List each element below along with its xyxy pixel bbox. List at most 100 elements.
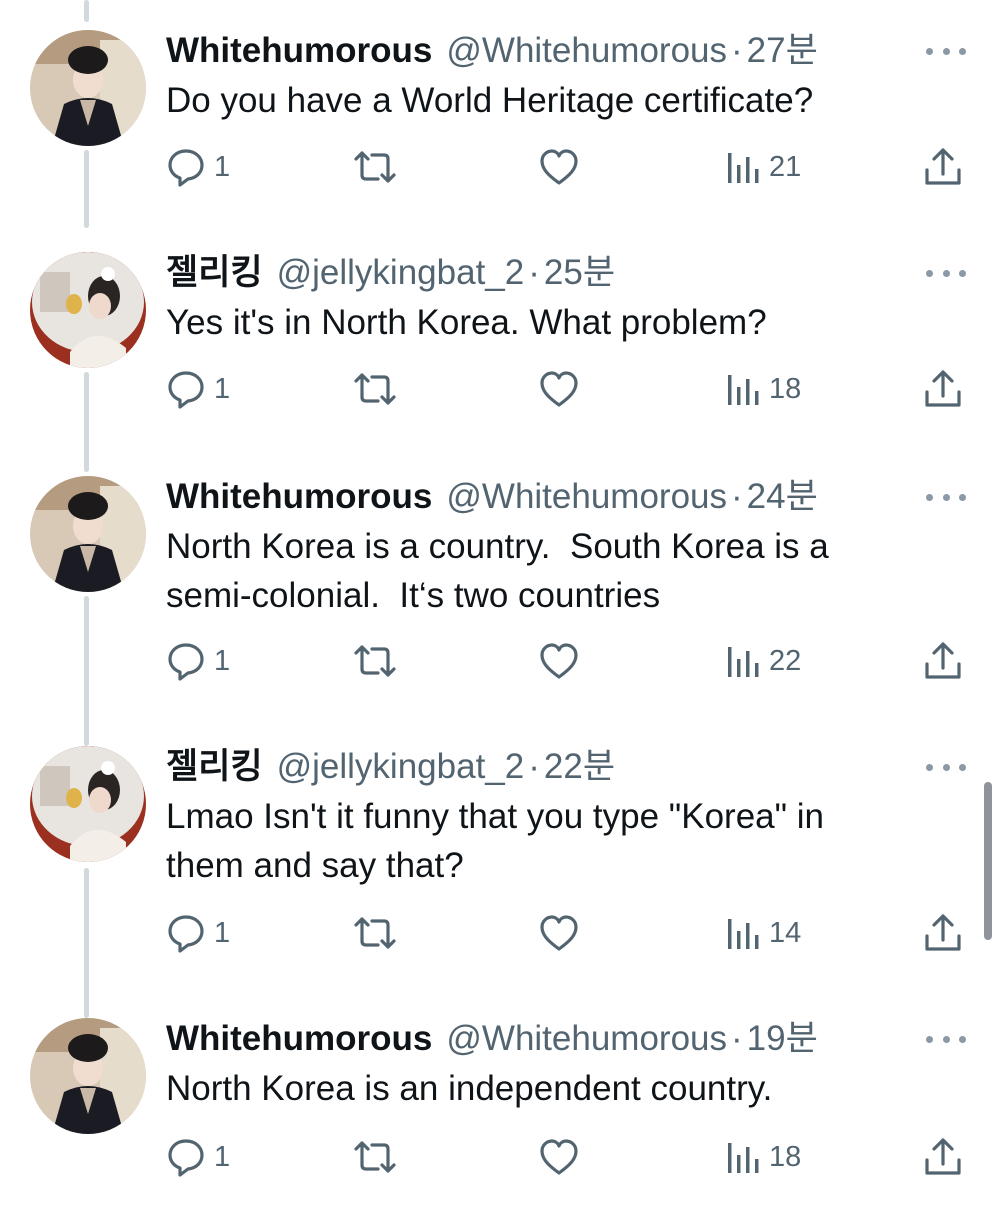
share-button[interactable] bbox=[922, 636, 964, 686]
heart-icon bbox=[540, 915, 578, 951]
more-dots-icon[interactable] bbox=[926, 1032, 966, 1046]
view-count: 22 bbox=[769, 644, 802, 677]
tweet-text: Do you have a World Heritage certificate… bbox=[166, 81, 814, 120]
like-button[interactable] bbox=[538, 1132, 580, 1182]
views-button[interactable]: 18 bbox=[725, 364, 801, 414]
action-bar: 1 21 bbox=[0, 142, 998, 192]
reply-button[interactable]: 1 bbox=[166, 1132, 230, 1182]
user-handle[interactable]: @jellykingbat_2 bbox=[277, 740, 525, 794]
display-name[interactable]: Whitehumorous bbox=[166, 24, 432, 78]
action-bar: 1 18 bbox=[0, 1132, 998, 1182]
analytics-bars-icon bbox=[728, 375, 759, 405]
retweet-icon bbox=[354, 645, 396, 677]
views-button[interactable]: 18 bbox=[725, 1132, 801, 1182]
retweet-button[interactable] bbox=[352, 908, 398, 958]
timestamp[interactable]: 24분 bbox=[747, 470, 818, 524]
reply-bubble-icon bbox=[168, 149, 204, 187]
retweet-icon bbox=[354, 1141, 396, 1173]
share-button[interactable] bbox=[922, 364, 964, 414]
reply-button[interactable]: 1 bbox=[166, 364, 230, 414]
view-count: 18 bbox=[769, 372, 802, 405]
reply-button[interactable]: 1 bbox=[166, 636, 230, 686]
heart-icon bbox=[540, 149, 578, 185]
analytics-bars-icon bbox=[728, 1143, 759, 1173]
reply-button[interactable]: 1 bbox=[166, 908, 230, 958]
heart-icon bbox=[540, 1139, 578, 1175]
more-dots-icon[interactable] bbox=[926, 490, 966, 504]
avatar[interactable] bbox=[30, 746, 146, 862]
separator-dot: · bbox=[731, 1019, 743, 1058]
tweet[interactable]: Whitehumorous @Whitehumorous · 27분 Do yo… bbox=[0, 30, 998, 230]
timestamp[interactable]: 27분 bbox=[747, 24, 818, 78]
separator-dot: · bbox=[528, 253, 540, 292]
separator-dot: · bbox=[731, 477, 743, 516]
reply-button[interactable]: 1 bbox=[166, 142, 230, 192]
views-button[interactable]: 14 bbox=[725, 908, 801, 958]
heart-icon bbox=[540, 371, 578, 407]
tweet-text: Lmao Isn't it funny that you type "Korea… bbox=[166, 797, 825, 885]
like-button[interactable] bbox=[538, 908, 580, 958]
tweet-text: North Korea is an independent country. bbox=[166, 1069, 773, 1108]
view-count: 18 bbox=[769, 1140, 802, 1173]
reply-bubble-icon bbox=[168, 643, 204, 681]
like-button[interactable] bbox=[538, 364, 580, 414]
display-name[interactable]: 젤리킹 bbox=[166, 740, 263, 794]
display-name[interactable]: 젤리킹 bbox=[166, 246, 263, 300]
tweet[interactable]: Whitehumorous @Whitehumorous · 24분 North… bbox=[0, 476, 998, 681]
view-count: 14 bbox=[769, 916, 802, 949]
share-upload-icon bbox=[925, 914, 961, 951]
share-upload-icon bbox=[925, 642, 961, 679]
more-dots-icon[interactable] bbox=[926, 760, 966, 774]
like-button[interactable] bbox=[538, 636, 580, 686]
tweet[interactable]: 젤리킹 @jellykingbat_2 · 25분 Yes it's in No… bbox=[0, 252, 998, 452]
share-button[interactable] bbox=[922, 1132, 964, 1182]
views-button[interactable]: 22 bbox=[725, 636, 801, 686]
timestamp[interactable]: 25분 bbox=[544, 246, 615, 300]
tweet-text: North Korea is a country. South Korea is… bbox=[166, 527, 829, 615]
analytics-bars-icon bbox=[728, 647, 759, 677]
reply-count: 1 bbox=[214, 1140, 231, 1173]
user-handle[interactable]: @Whitehumorous bbox=[446, 470, 727, 524]
tweet[interactable]: Whitehumorous @Whitehumorous · 19분 North… bbox=[0, 1018, 998, 1218]
analytics-bars-icon bbox=[728, 153, 759, 183]
tweet[interactable]: 젤리킹 @jellykingbat_2 · 22분 Lmao Isn't it … bbox=[0, 746, 998, 953]
retweet-button[interactable] bbox=[352, 142, 398, 192]
views-button[interactable]: 21 bbox=[725, 142, 801, 192]
display-name[interactable]: Whitehumorous bbox=[166, 1012, 432, 1066]
retweet-button[interactable] bbox=[352, 1132, 398, 1182]
view-count: 21 bbox=[769, 150, 802, 183]
user-handle[interactable]: @Whitehumorous bbox=[446, 1012, 727, 1066]
avatar[interactable] bbox=[30, 476, 146, 592]
retweet-icon bbox=[354, 373, 396, 405]
avatar[interactable] bbox=[30, 252, 146, 368]
reply-bubble-icon bbox=[168, 915, 204, 953]
timestamp[interactable]: 19분 bbox=[747, 1012, 818, 1066]
reply-count: 1 bbox=[214, 150, 231, 183]
scrollbar[interactable] bbox=[984, 782, 992, 940]
user-handle[interactable]: @jellykingbat_2 bbox=[277, 246, 525, 300]
user-handle[interactable]: @Whitehumorous bbox=[446, 24, 727, 78]
more-dots-icon[interactable] bbox=[926, 44, 966, 58]
reply-bubble-icon bbox=[168, 371, 204, 409]
reply-count: 1 bbox=[214, 644, 231, 677]
share-button[interactable] bbox=[922, 908, 964, 958]
share-upload-icon bbox=[925, 1138, 961, 1175]
retweet-icon bbox=[354, 151, 396, 183]
heart-icon bbox=[540, 643, 578, 679]
reply-count: 1 bbox=[214, 372, 231, 405]
action-bar: 1 18 bbox=[0, 364, 998, 414]
more-dots-icon[interactable] bbox=[926, 266, 966, 280]
separator-dot: · bbox=[731, 31, 743, 70]
analytics-bars-icon bbox=[728, 919, 759, 949]
share-button[interactable] bbox=[922, 142, 964, 192]
reply-bubble-icon bbox=[168, 1139, 204, 1177]
avatar[interactable] bbox=[30, 30, 146, 146]
display-name[interactable]: Whitehumorous bbox=[166, 470, 432, 524]
avatar[interactable] bbox=[30, 1018, 146, 1134]
timestamp[interactable]: 22분 bbox=[544, 740, 615, 794]
retweet-icon bbox=[354, 917, 396, 949]
like-button[interactable] bbox=[538, 142, 580, 192]
tweet-text: Yes it's in North Korea. What problem? bbox=[166, 303, 767, 342]
retweet-button[interactable] bbox=[352, 636, 398, 686]
retweet-button[interactable] bbox=[352, 364, 398, 414]
